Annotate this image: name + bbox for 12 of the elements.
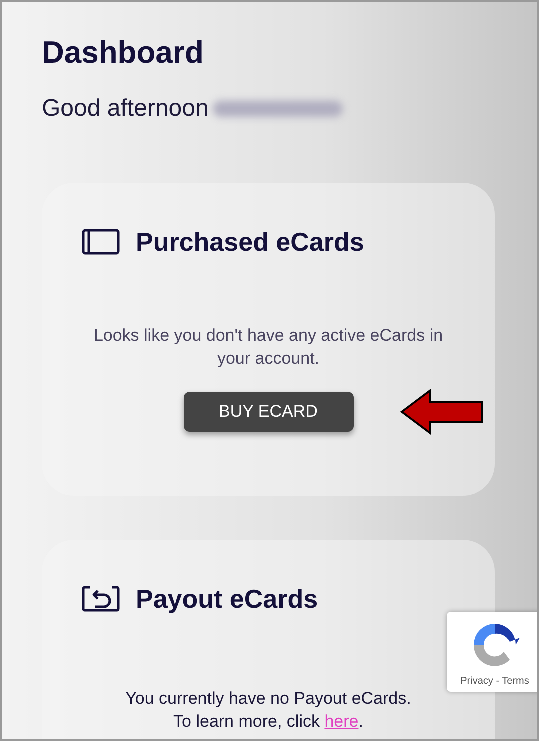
return-icon — [82, 586, 120, 612]
buy-ecard-button[interactable]: BUY ECARD — [184, 392, 354, 432]
recaptcha-badge[interactable]: Privacy - Terms — [447, 612, 537, 692]
greeting-text: Good afternoon — [42, 94, 209, 124]
page-title: Dashboard — [42, 34, 205, 72]
empty-message: Looks like you don't have any active eCards in your account. — [92, 324, 444, 370]
card-title: Payout eCards — [136, 582, 318, 616]
card-icon — [82, 229, 120, 255]
arrow-icon — [400, 388, 484, 434]
card-title: Purchased eCards — [136, 226, 364, 258]
empty-message: You currently have no Payout eCards. To learn more, click here. — [124, 688, 412, 732]
privacy-terms-text[interactable]: Privacy - Terms — [460, 674, 530, 689]
